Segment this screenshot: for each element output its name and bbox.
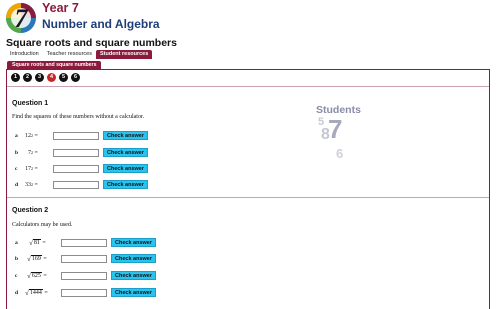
step-2-button[interactable]: 2 bbox=[23, 73, 32, 82]
item-letter: d bbox=[15, 289, 19, 296]
item-expression: 12 2 = bbox=[25, 132, 38, 139]
step-6-button[interactable]: 6 bbox=[71, 73, 80, 82]
item-expression: √ 169 = bbox=[27, 254, 47, 263]
students-graphic: Students 5 7 8 6 bbox=[316, 104, 376, 166]
question-2-heading: Question 2 bbox=[12, 207, 49, 214]
step-3-button[interactable]: 3 bbox=[35, 73, 44, 82]
question-1-item-c: c 17 2 = Check answer bbox=[15, 164, 148, 173]
check-answer-button[interactable]: Check answer bbox=[103, 180, 148, 189]
tab-student-resources[interactable]: Student resources bbox=[96, 50, 153, 59]
check-answer-button[interactable]: Check answer bbox=[111, 288, 156, 297]
answer-input[interactable] bbox=[61, 238, 107, 247]
item-letter: a bbox=[15, 132, 18, 139]
question-2-instruction: Calculators may be used. bbox=[12, 222, 73, 228]
question-1-heading: Question 1 bbox=[12, 100, 49, 107]
question-1-item-d: d 33 2 = Check answer bbox=[15, 180, 148, 189]
resource-tabs: Introduction Teacher resources Student r… bbox=[6, 50, 153, 59]
square-root-symbol: √ 1444 bbox=[25, 288, 43, 297]
check-answer-button[interactable]: Check answer bbox=[103, 148, 148, 157]
item-expression: √ 625 = bbox=[27, 271, 47, 280]
graphic-digit: 8 bbox=[321, 126, 330, 143]
check-answer-button[interactable]: Check answer bbox=[111, 254, 156, 263]
item-letter: b bbox=[15, 255, 19, 262]
tab-introduction[interactable]: Introduction bbox=[6, 50, 43, 59]
item-expression: 72 = bbox=[28, 149, 38, 156]
question-2-item-a: a √ 81 = Check answer bbox=[15, 238, 156, 247]
answer-input[interactable] bbox=[53, 180, 99, 189]
answer-input[interactable] bbox=[61, 288, 107, 297]
item-letter: c bbox=[15, 272, 18, 279]
square-root-symbol: √ 625 bbox=[27, 271, 42, 280]
graphic-digit: 6 bbox=[336, 146, 344, 161]
step-5-button[interactable]: 5 bbox=[59, 73, 68, 82]
check-answer-button[interactable]: Check answer bbox=[111, 238, 156, 247]
item-expression: 33 2 = bbox=[25, 181, 38, 188]
graphic-digit: 7 bbox=[328, 114, 343, 144]
square-root-symbol: √ 169 bbox=[27, 254, 42, 263]
year-7-logo: 7 bbox=[4, 2, 38, 34]
answer-input[interactable] bbox=[53, 164, 99, 173]
check-answer-button[interactable]: Check answer bbox=[111, 271, 156, 280]
tab-teacher-resources[interactable]: Teacher resources bbox=[43, 50, 96, 59]
question-1-instruction: Find the squares of these numbers withou… bbox=[12, 114, 145, 120]
step-navigation: 1 2 3 4 5 6 bbox=[11, 73, 80, 82]
year-label: Year 7 bbox=[42, 1, 79, 15]
step-4-button[interactable]: 4 bbox=[47, 73, 56, 82]
item-letter: b bbox=[15, 149, 19, 156]
step-1-button[interactable]: 1 bbox=[11, 73, 20, 82]
answer-input[interactable] bbox=[61, 271, 107, 280]
question-2-item-b: b √ 169 = Check answer bbox=[15, 254, 156, 263]
page-title: Square roots and square numbers bbox=[6, 37, 177, 49]
logo-digit: 7 bbox=[15, 4, 29, 33]
divider bbox=[7, 86, 489, 87]
item-expression: √ 1444 = bbox=[25, 288, 48, 297]
answer-input[interactable] bbox=[61, 254, 107, 263]
item-expression: √ 81 = bbox=[29, 238, 46, 247]
item-letter: d bbox=[15, 181, 19, 188]
item-expression: 17 2 = bbox=[25, 165, 38, 172]
answer-input[interactable] bbox=[53, 131, 99, 140]
question-1-item-b: b 72 = Check answer bbox=[15, 148, 148, 157]
check-answer-button[interactable]: Check answer bbox=[103, 131, 148, 140]
item-letter: c bbox=[15, 165, 18, 172]
check-answer-button[interactable]: Check answer bbox=[103, 164, 148, 173]
subtab-square-roots[interactable]: Square roots and square numbers bbox=[7, 61, 102, 69]
question-1-item-a: a 12 2 = Check answer bbox=[15, 131, 148, 140]
strand-title: Number and Algebra bbox=[42, 17, 160, 31]
item-letter: a bbox=[15, 239, 18, 246]
square-root-symbol: √ 81 bbox=[29, 238, 41, 247]
question-2-item-d: d √ 1444 = Check answer bbox=[15, 288, 156, 297]
answer-input[interactable] bbox=[53, 148, 99, 157]
divider bbox=[7, 197, 489, 198]
question-2-item-c: c √ 625 = Check answer bbox=[15, 271, 156, 280]
